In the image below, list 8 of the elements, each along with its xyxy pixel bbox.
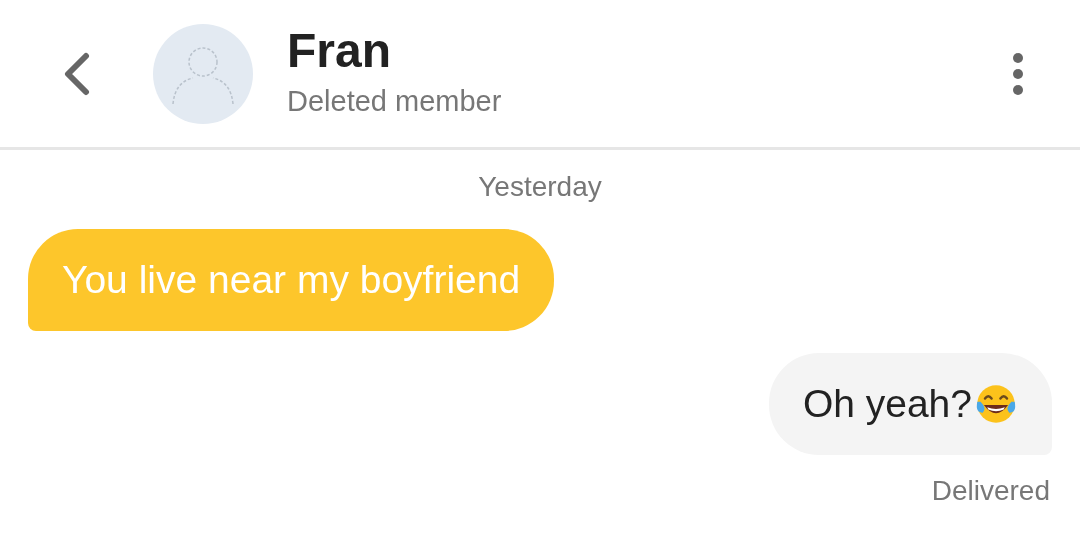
back-icon[interactable] — [62, 51, 92, 96]
more-options-icon[interactable] — [1012, 51, 1024, 96]
contact-name: Fran — [287, 22, 392, 79]
date-label: Yesterday — [477, 170, 603, 204]
received-message: You live near my boyfriend — [28, 229, 555, 331]
contact-status: Deleted member — [287, 83, 503, 119]
message-text: Oh yeah? — [802, 381, 972, 427]
delivery-status: Delivered — [930, 475, 1051, 507]
